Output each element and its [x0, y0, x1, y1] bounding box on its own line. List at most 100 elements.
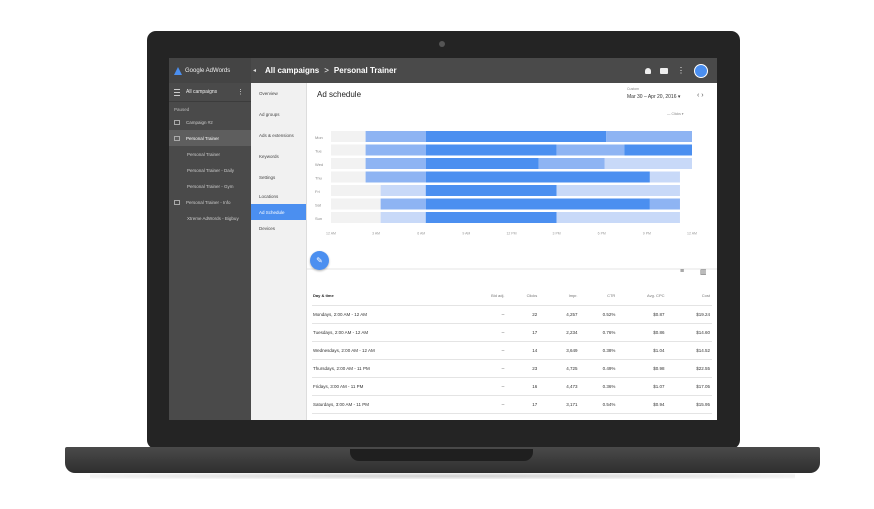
heatmap-cell[interactable]	[331, 171, 366, 183]
heatmap-cell[interactable]	[604, 158, 692, 169]
columns-icon[interactable]: ▥	[700, 268, 707, 276]
heatmap-cell[interactable]	[331, 158, 366, 169]
filter-icon[interactable]: ≡	[680, 268, 684, 275]
table-row[interactable]: Mondays, 2:00 AM - 12 AM -- 22 4,257 0.52% $0…	[312, 305, 712, 324]
heatmap-cell[interactable]	[425, 212, 557, 223]
date-nav: ‹ ›	[697, 92, 704, 99]
heatmap-cell[interactable]	[331, 144, 366, 156]
more-vert-icon[interactable]: ⋮	[237, 88, 244, 96]
table-cell: 0.49%	[579, 359, 618, 378]
heatmap-cell[interactable]	[556, 212, 680, 223]
table-row[interactable]: Tuesdays, 2:00 AM - 12 AM -- 17 2,234 0.76% $…	[312, 323, 712, 342]
nav-item-personal-trainer[interactable]: Personal Trainer	[169, 130, 251, 146]
table-cell: 4,725	[539, 359, 580, 378]
subnav-ad-groups[interactable]: Ad groups	[251, 104, 306, 125]
heatmap-cell[interactable]	[425, 171, 650, 183]
avatar[interactable]	[694, 63, 708, 78]
heatmap-cell[interactable]	[425, 185, 557, 196]
table-cell: Tuesdays, 2:00 AM - 12 AM	[312, 323, 468, 342]
date-range-selector[interactable]: Mar 30 – Apr 20, 2016 ▾	[627, 94, 680, 100]
col-clicks[interactable]: Clicks	[506, 286, 539, 306]
heatmap-cell[interactable]	[365, 171, 426, 183]
heatmap-cell[interactable]	[649, 171, 680, 183]
nav-item-label: Personal Trainer - Gym	[187, 183, 234, 189]
chevron-right-icon[interactable]: ›	[701, 92, 703, 99]
table-cell: 17	[506, 323, 540, 342]
heatmap-cell[interactable]	[380, 212, 426, 223]
metric-select[interactable]: — Clicks ▾	[667, 112, 684, 116]
metric-select-label: Clicks	[671, 112, 681, 116]
nav-item-adgroup-personal-trainer[interactable]: Personal Trainer	[169, 146, 251, 162]
subnav-settings[interactable]: Settings	[251, 167, 306, 188]
nav-item-adgroup-gym[interactable]: Personal Trainer - Gym	[169, 178, 251, 194]
table-cell: $17.05	[666, 377, 712, 396]
table-row[interactable]: Wednesdays, 2:00 AM - 12 AM -- 14 3,649 0.38…	[312, 341, 712, 360]
all-campaigns-row[interactable]: All campaigns ⋮	[169, 83, 251, 102]
nav-item-adgroup-daily[interactable]: Personal Trainer - Daily	[169, 162, 251, 178]
heatmap-cell[interactable]	[556, 185, 680, 196]
more-vert-icon[interactable]: ⋮	[677, 66, 685, 75]
heatmap-cell[interactable]	[365, 158, 426, 169]
heatmap-cell[interactable]	[425, 131, 607, 142]
col-avg-cpc[interactable]: Avg. CPC	[617, 286, 666, 306]
table-cell: --	[467, 305, 507, 324]
heatmap-cell[interactable]	[380, 198, 426, 210]
table-cell: 2,234	[539, 323, 580, 342]
table-row[interactable]: Thursdays, 2:00 AM - 11 PM -- 23 4,725 0.49%…	[312, 359, 712, 378]
heatmap-cell[interactable]	[624, 144, 692, 156]
table-cell: $0.84	[617, 413, 667, 420]
col-impr[interactable]: Impr.	[539, 286, 579, 306]
heatmap-cell[interactable]	[331, 198, 381, 210]
nav-item-campaign-2[interactable]: Campaign #2	[169, 114, 251, 130]
table-cell: 17	[506, 395, 540, 414]
nav-item-xtreme[interactable]: Xtreme AdWords - Bigbuy	[169, 210, 251, 226]
table-cell: --	[467, 341, 507, 360]
heatmap-cell[interactable]	[425, 198, 650, 210]
edit-fab[interactable]: ✎	[310, 251, 329, 270]
chevron-left-icon[interactable]: ◂	[253, 67, 259, 74]
menu-icon[interactable]	[174, 88, 180, 96]
col-bid-adj[interactable]: Bid adj.	[467, 286, 506, 306]
day-label: Thu	[315, 176, 322, 181]
heatmap-cell[interactable]	[331, 185, 381, 196]
table-row[interactable]: Sundays, 3:00 AM - 11 PM--162,3710.57%$0…	[312, 413, 712, 420]
heatmap-cell[interactable]	[606, 131, 692, 142]
adwords-logo-icon	[174, 66, 182, 75]
heatmap-cell[interactable]	[425, 158, 539, 169]
table-cell: Wednesdays, 2:00 AM - 12 AM	[312, 341, 468, 360]
x-tick-label: 12 AM	[687, 232, 697, 236]
table-cell: 4,473	[539, 377, 580, 396]
breadcrumb-all-campaigns[interactable]: All campaigns	[265, 66, 319, 75]
heatmap-cell[interactable]	[649, 198, 680, 210]
nav-item-label: Personal Trainer - Info	[186, 199, 231, 205]
subnav-devices[interactable]: Devices	[251, 220, 306, 236]
heatmap-cell[interactable]	[331, 131, 366, 142]
col-cost[interactable]: Cost	[667, 286, 712, 306]
heatmap-cell[interactable]	[331, 212, 381, 223]
col-day-time[interactable]: Day & time	[312, 286, 467, 306]
subnav-locations[interactable]: Locations	[251, 188, 306, 204]
nav-item-personal-trainer-info[interactable]: Personal Trainer - Info	[169, 194, 251, 210]
table-cell: Thursdays, 2:00 AM - 11 PM	[312, 359, 468, 378]
bell-icon[interactable]	[645, 67, 651, 74]
heatmap-cell[interactable]	[556, 144, 625, 156]
table-row[interactable]: Fridays, 3:00 AM - 11 PM -- 16 4,473 0.36% $1…	[312, 377, 712, 396]
main-panel: Ad schedule Custom Mar 30 – Apr 20, 2016…	[307, 83, 717, 420]
table-cell: $22.55	[666, 359, 712, 378]
table-cell: $1.07	[617, 377, 667, 396]
heatmap-cell[interactable]	[365, 144, 426, 156]
subnav-ad-schedule[interactable]: Ad Schedule	[251, 204, 306, 220]
heatmap-cell[interactable]	[380, 185, 426, 196]
table-cell: --	[467, 413, 507, 420]
briefcase-icon[interactable]	[660, 67, 668, 74]
table-row[interactable]: Saturdays, 3:00 AM - 11 PM -- 17 3,171 0.54%…	[312, 395, 712, 414]
subnav-keywords[interactable]: Keywords	[251, 146, 306, 167]
heatmap-cell[interactable]	[425, 144, 557, 156]
x-tick-label: 9 PM	[643, 232, 651, 236]
chevron-left-icon[interactable]: ‹	[697, 92, 699, 99]
subnav-ads-extensions[interactable]: Ads & extensions	[251, 125, 306, 146]
col-ctr[interactable]: CTR	[580, 286, 618, 306]
heatmap-cell[interactable]	[538, 158, 605, 169]
heatmap-cell[interactable]	[365, 131, 426, 142]
subnav-overview[interactable]: Overview	[251, 83, 306, 104]
